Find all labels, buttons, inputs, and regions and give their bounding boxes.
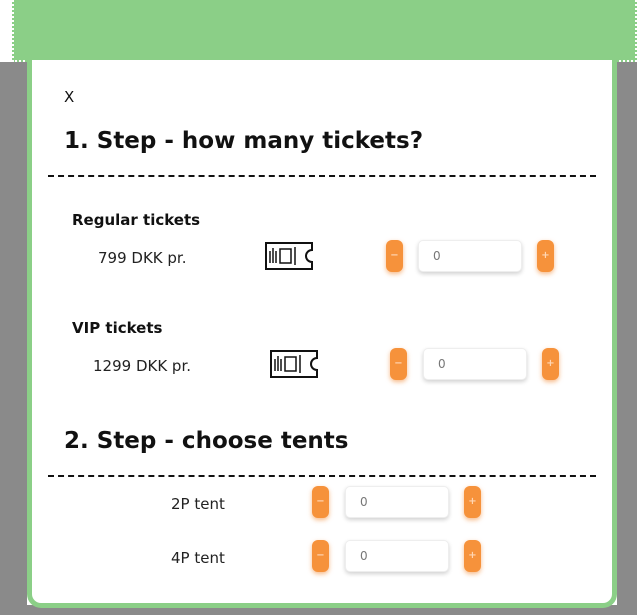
regular-tickets-price: 799 DKK pr. <box>98 249 187 267</box>
vip-tickets-title: VIP tickets <box>72 319 163 337</box>
page-header <box>12 0 637 62</box>
tent-4p-minus-button[interactable]: − <box>312 540 329 572</box>
vip-tickets-minus-button[interactable]: − <box>390 348 407 380</box>
tent-4p-plus-button[interactable]: + <box>464 540 481 572</box>
tent-2p-minus-button[interactable]: − <box>312 486 329 518</box>
vip-tickets-quantity-input[interactable] <box>423 348 527 380</box>
regular-tickets-quantity-input[interactable] <box>418 240 522 272</box>
tent-4p-quantity-input[interactable] <box>345 540 449 572</box>
tent-4p-label: 4P tent <box>171 549 225 567</box>
step-1-title: 1. Step - how many tickets? <box>64 128 424 154</box>
background-left <box>0 62 27 615</box>
tent-2p-quantity-input[interactable] <box>345 486 449 518</box>
regular-tickets-minus-button[interactable]: − <box>386 240 403 272</box>
background-right <box>617 62 637 615</box>
vip-tickets-price: 1299 DKK pr. <box>93 357 192 375</box>
tent-2p-plus-button[interactable]: + <box>464 486 481 518</box>
regular-tickets-title: Regular tickets <box>72 211 201 229</box>
step-2-title: 2. Step - choose tents <box>64 428 349 454</box>
tent-2p-label: 2P tent <box>171 495 225 513</box>
step-1-divider <box>48 175 596 177</box>
close-button[interactable]: X <box>64 88 74 106</box>
ticket-icon <box>265 242 313 270</box>
vip-tickets-plus-button[interactable]: + <box>542 348 559 380</box>
step-2-divider <box>48 475 596 477</box>
regular-tickets-plus-button[interactable]: + <box>537 240 554 272</box>
ticket-icon <box>270 350 318 378</box>
